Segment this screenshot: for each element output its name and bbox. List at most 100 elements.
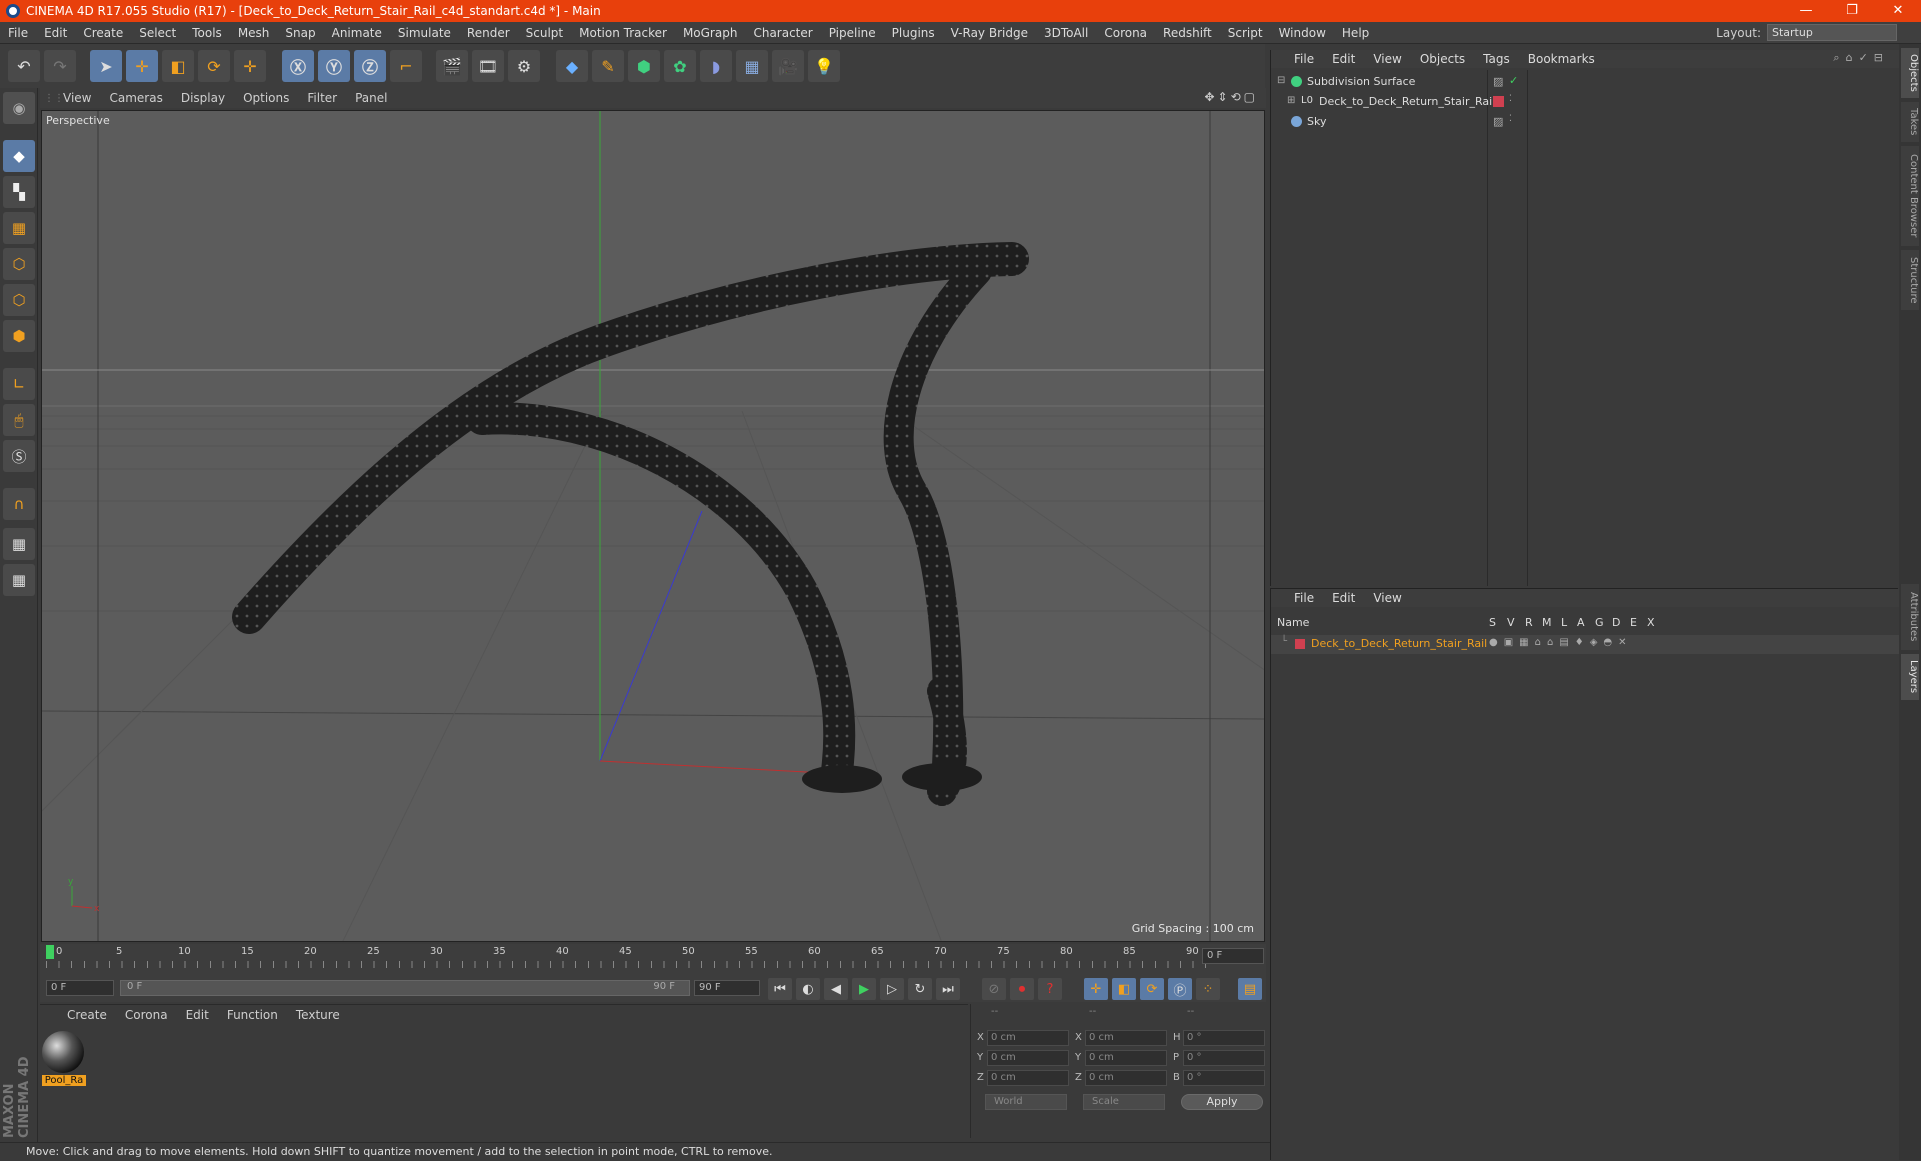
move-tool-icon[interactable]: ✛ — [126, 50, 158, 82]
viewport-menu-view[interactable]: View — [54, 91, 100, 105]
restore-button[interactable]: ❐ — [1829, 0, 1875, 22]
layer-col-locked[interactable]: L — [1561, 616, 1567, 629]
viewport-nav-icons[interactable]: ✥⇕⟲▢ — [1204, 90, 1258, 104]
locked-workplane-icon[interactable]: ▦ — [3, 528, 35, 560]
z-axis-lock-icon[interactable]: Ⓩ — [354, 50, 386, 82]
position-z-field[interactable]: 0 cm — [987, 1070, 1069, 1086]
menu-pipeline[interactable]: Pipeline — [821, 26, 884, 40]
layer-col-xref[interactable]: X — [1647, 616, 1655, 629]
magnet-icon[interactable]: ∩ — [3, 488, 35, 520]
viewport-menu-cameras[interactable]: Cameras — [100, 91, 171, 105]
menu-script[interactable]: Script — [1220, 26, 1271, 40]
viewport-menu-filter[interactable]: Filter — [298, 91, 346, 105]
polygons-mode-icon[interactable]: ⬢ — [3, 320, 35, 352]
menu-select[interactable]: Select — [131, 26, 184, 40]
scale-tool-icon[interactable]: ◧ — [162, 50, 194, 82]
undo-icon[interactable]: ↶ — [8, 50, 40, 82]
menu-motion-tracker[interactable]: Motion Tracker — [571, 26, 675, 40]
deformer-icon[interactable]: ◗ — [700, 50, 732, 82]
select-arrow-icon[interactable]: ➤ — [90, 50, 122, 82]
menu-animate[interactable]: Animate — [324, 26, 390, 40]
layer-color-swatch[interactable] — [1295, 639, 1305, 649]
texture-mode-icon[interactable]: ▚ — [3, 176, 35, 208]
rotation-h-field[interactable]: 0 ° — [1183, 1030, 1265, 1046]
material-menu-create[interactable]: Create — [58, 1008, 116, 1022]
material-menu-texture[interactable]: Texture — [287, 1008, 349, 1022]
model-mode-icon[interactable]: ◆ — [3, 140, 35, 172]
step-forward-icon[interactable]: ▷ — [880, 978, 904, 1000]
cube-primitive-icon[interactable]: ◆ — [556, 50, 588, 82]
autokey-icon[interactable]: ? — [1038, 978, 1062, 1000]
layer-row[interactable]: └ Deck_to_Deck_Return_Stair_Rail ●▣▦⌂⌂▤♦… — [1271, 635, 1899, 654]
menu-window[interactable]: Window — [1271, 26, 1334, 40]
rotate-tool-icon[interactable]: ⟳ — [198, 50, 230, 82]
minimize-button[interactable]: — — [1783, 0, 1829, 22]
objects-menu-bookmarks[interactable]: Bookmarks — [1519, 52, 1604, 66]
size-x-field[interactable]: 0 cm — [1085, 1030, 1167, 1046]
close-button[interactable]: ✕ — [1875, 0, 1921, 22]
objects-menu-tags[interactable]: Tags — [1474, 52, 1519, 66]
menu-mesh[interactable]: Mesh — [230, 26, 278, 40]
loop-icon[interactable]: ↻ — [908, 978, 932, 1000]
current-frame-field[interactable]: 0 F — [1202, 948, 1264, 964]
keyframe-disabled-icon[interactable]: ⊘ — [982, 978, 1006, 1000]
redo-icon[interactable]: ↷ — [44, 50, 76, 82]
pen-spline-icon[interactable]: ✎ — [592, 50, 624, 82]
tab-attributes[interactable]: Attributes — [1901, 584, 1919, 650]
go-to-end-icon[interactable]: ⏭ — [936, 978, 960, 1000]
menu-simulate[interactable]: Simulate — [390, 26, 459, 40]
key-rotate-icon[interactable]: ⟳ — [1140, 978, 1164, 1000]
floor-scene-icon[interactable]: ▦ — [736, 50, 768, 82]
position-y-field[interactable]: 0 cm — [987, 1050, 1069, 1066]
menu-tools[interactable]: Tools — [184, 26, 230, 40]
x-axis-lock-icon[interactable]: Ⓧ — [282, 50, 314, 82]
material-menu-edit[interactable]: Edit — [177, 1008, 218, 1022]
camera-icon[interactable]: 🎥 — [772, 50, 804, 82]
timeline-window-icon[interactable]: ▤ — [1238, 978, 1262, 1000]
visibility-toggle-icon[interactable]: ▨ — [1493, 75, 1503, 88]
coordinate-system-icon[interactable]: ⌐ — [390, 50, 422, 82]
layer-col-render[interactable]: R — [1525, 616, 1533, 629]
render-picture-viewer-icon[interactable]: 🎞 — [472, 50, 504, 82]
tab-content-browser[interactable]: Content Browser — [1901, 146, 1919, 246]
key-param-icon[interactable]: Ⓟ — [1168, 978, 1192, 1000]
render-view-icon[interactable]: 🎬 — [436, 50, 468, 82]
visibility-dots-icon[interactable]: ⁚ — [1509, 114, 1512, 124]
menu-file[interactable]: File — [0, 26, 36, 40]
layer-col-generators[interactable]: G — [1595, 616, 1604, 629]
menu-redshift[interactable]: Redshift — [1155, 26, 1220, 40]
key-pla-icon[interactable]: ⁘ — [1196, 978, 1220, 1000]
layer-col-view[interactable]: V — [1507, 616, 1515, 629]
layout-dropdown[interactable]: Startup — [1767, 24, 1897, 41]
object-row-subdivision-surface[interactable]: ⊟ Subdivision Surface ▨ ✓ — [1271, 73, 1899, 92]
material-menu-function[interactable]: Function — [218, 1008, 287, 1022]
menu-plugins[interactable]: Plugins — [884, 26, 943, 40]
layer-col-manager[interactable]: M — [1542, 616, 1552, 629]
menu-render[interactable]: Render — [459, 26, 518, 40]
menu-help[interactable]: Help — [1334, 26, 1377, 40]
viewport-menu-display[interactable]: Display — [172, 91, 234, 105]
planar-workplane-icon[interactable]: ▦ — [3, 564, 35, 596]
layers-menu-view[interactable]: View — [1364, 591, 1410, 605]
start-frame-field[interactable]: 0 F — [46, 980, 114, 996]
menu-vray-bridge[interactable]: V-Ray Bridge — [943, 26, 1036, 40]
size-mode-dropdown[interactable]: Scale — [1083, 1094, 1165, 1110]
enabled-check-icon[interactable]: ✓ — [1509, 74, 1518, 87]
layer-col-animation[interactable]: A — [1577, 616, 1585, 629]
timeline-ruler[interactable]: 0 5 10 15 20 25 30 35 40 45 50 55 60 65 … — [40, 944, 1266, 974]
rotation-p-field[interactable]: 0 ° — [1183, 1050, 1265, 1066]
layer-color-swatch[interactable] — [1493, 96, 1504, 107]
material-swatch[interactable]: Pool_Ra — [42, 1031, 86, 1091]
key-scale-icon[interactable]: ◧ — [1112, 978, 1136, 1000]
layer-col-solo[interactable]: S — [1489, 616, 1496, 629]
objects-search-home-icons[interactable]: ⌕⌂✓⊟ — [1833, 51, 1889, 65]
coordinate-mode-dropdown[interactable]: World — [985, 1094, 1067, 1110]
objects-menu-view[interactable]: View — [1364, 52, 1410, 66]
subdivision-surface-icon[interactable]: ⬢ — [628, 50, 660, 82]
perspective-viewport[interactable]: y x Perspective Grid Spacing : 100 cm — [41, 110, 1265, 942]
layer-col-expressions[interactable]: E — [1630, 616, 1637, 629]
menu-3dtoall[interactable]: 3DToAll — [1036, 26, 1096, 40]
play-icon[interactable]: ▶ — [852, 978, 876, 1000]
tab-takes[interactable]: Takes — [1901, 102, 1919, 142]
playhead-marker[interactable] — [46, 945, 54, 959]
